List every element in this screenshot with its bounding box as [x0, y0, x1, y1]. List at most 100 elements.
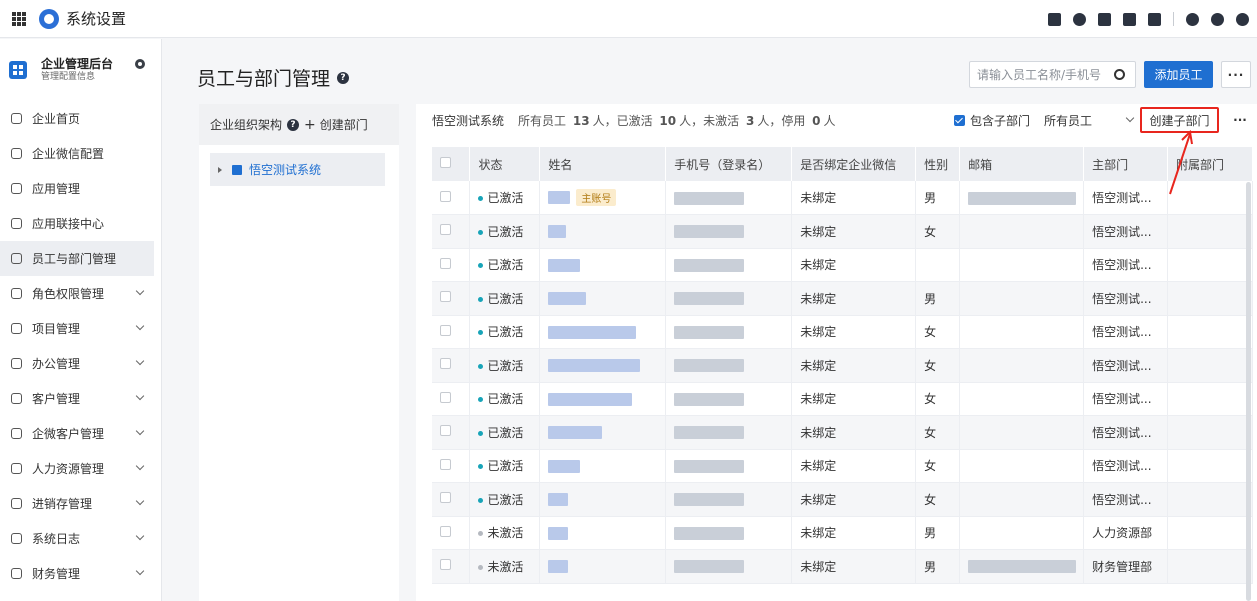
row-select-cell[interactable]: [432, 315, 471, 349]
row-checkbox[interactable]: [440, 324, 451, 336]
include-subdept-checkbox[interactable]: 包含子部门: [954, 112, 1030, 129]
sidebar-item[interactable]: 人力资源管理: [0, 451, 161, 486]
help-icon[interactable]: ?: [337, 71, 350, 84]
more-options-button[interactable]: ···: [1221, 61, 1251, 88]
gear-icon[interactable]: [1236, 12, 1249, 26]
sidebar-item[interactable]: 应用联接中心: [0, 206, 161, 241]
table-row[interactable]: 未激活 未绑定男 财务管理部: [432, 549, 1253, 584]
row-checkbox[interactable]: [440, 425, 451, 437]
column-header[interactable]: 性别: [915, 147, 961, 181]
checkbox-checked-icon[interactable]: [954, 115, 965, 126]
table-row[interactable]: 已激活 主账号 未绑定男 悟空测试...: [432, 181, 1253, 215]
settings-gear-icon[interactable]: [135, 59, 145, 69]
row-select-cell[interactable]: [432, 248, 471, 282]
org-help-icon[interactable]: ?: [287, 118, 300, 131]
table-row[interactable]: 已激活 未绑定女 悟空测试...: [432, 214, 1253, 249]
sidebar-item[interactable]: 进销存管理: [0, 486, 161, 521]
column-header[interactable]: 主部门: [1083, 147, 1169, 181]
create-subdept-button[interactable]: 创建子部门: [1140, 107, 1219, 133]
chevron-down-icon[interactable]: [135, 461, 145, 471]
sidebar-item[interactable]: 企业首页: [0, 101, 161, 136]
sidebar-item[interactable]: 办公管理: [0, 346, 161, 381]
table-more-button[interactable]: ···: [1229, 109, 1251, 131]
name-cell[interactable]: [539, 549, 667, 584]
row-select-cell[interactable]: [432, 549, 471, 584]
row-select-cell[interactable]: [432, 415, 471, 450]
name-cell[interactable]: [539, 281, 667, 316]
row-select-cell[interactable]: [432, 382, 471, 416]
table-row[interactable]: 未激活 未绑定男 人力资源部: [432, 516, 1253, 550]
chevron-down-icon[interactable]: [135, 391, 145, 401]
chevron-down-icon[interactable]: [135, 531, 145, 541]
sidebar-item[interactable]: 客户管理: [0, 381, 161, 416]
chevron-down-icon[interactable]: [135, 356, 145, 366]
chevron-down-icon[interactable]: [135, 321, 145, 331]
table-scrollbar[interactable]: [1246, 182, 1251, 601]
name-cell[interactable]: [539, 516, 667, 550]
name-cell[interactable]: [539, 214, 667, 249]
select-all-header[interactable]: [432, 147, 471, 181]
row-select-cell[interactable]: [432, 214, 471, 249]
row-checkbox[interactable]: [440, 391, 451, 403]
add-employee-button[interactable]: 添加员工: [1144, 61, 1213, 88]
document-icon[interactable]: [1098, 12, 1111, 26]
table-row[interactable]: 已激活 未绑定女 悟空测试...: [432, 315, 1253, 349]
row-select-cell[interactable]: [432, 482, 471, 517]
row-checkbox[interactable]: [440, 291, 451, 303]
row-checkbox[interactable]: [440, 559, 451, 571]
employee-filter-select[interactable]: 所有员工: [1041, 107, 1139, 133]
org-node-label[interactable]: 悟空测试系统: [249, 161, 321, 178]
column-header[interactable]: 状态: [469, 147, 541, 181]
row-select-cell[interactable]: [432, 516, 471, 550]
row-select-cell[interactable]: [432, 348, 471, 383]
table-row[interactable]: 已激活 未绑定女 悟空测试...: [432, 348, 1253, 383]
name-cell[interactable]: [539, 482, 667, 517]
sidebar-item[interactable]: 企业微信配置: [0, 136, 161, 171]
row-checkbox[interactable]: [440, 492, 451, 504]
chevron-down-icon[interactable]: [135, 496, 145, 506]
help-icon[interactable]: [1211, 12, 1224, 26]
create-dept-link[interactable]: 创建部门: [320, 116, 368, 133]
name-cell[interactable]: 主账号: [539, 181, 667, 215]
sidebar-item[interactable]: 企微客户管理: [0, 416, 161, 451]
chevron-down-icon[interactable]: [135, 286, 145, 296]
column-header[interactable]: 姓名: [539, 147, 667, 181]
column-header[interactable]: 手机号（登录名）: [665, 147, 793, 181]
sidebar-item[interactable]: 项目管理: [0, 311, 161, 346]
name-cell[interactable]: [539, 382, 667, 416]
name-cell[interactable]: [539, 449, 667, 483]
sidebar-item[interactable]: 角色权限管理: [0, 276, 161, 311]
calendar-icon[interactable]: [1148, 12, 1161, 26]
column-header[interactable]: 附属部门: [1167, 147, 1253, 181]
select-all-checkbox[interactable]: [440, 157, 451, 168]
row-checkbox[interactable]: [440, 224, 451, 236]
org-tree-node[interactable]: 悟空测试系统: [210, 153, 385, 186]
row-select-cell[interactable]: [432, 449, 471, 483]
name-cell[interactable]: [539, 315, 667, 349]
sidebar-item[interactable]: 系统日志: [0, 521, 161, 556]
sidebar-item[interactable]: 应用管理: [0, 171, 161, 206]
name-cell[interactable]: [539, 415, 667, 450]
column-header[interactable]: 邮箱: [959, 147, 1085, 181]
sidebar-item[interactable]: 财务管理: [0, 556, 161, 591]
chevron-down-icon[interactable]: [135, 566, 145, 576]
search-icon[interactable]: [1114, 69, 1125, 80]
table-row[interactable]: 已激活 未绑定女 悟空测试...: [432, 382, 1253, 416]
row-checkbox[interactable]: [440, 458, 451, 470]
table-row[interactable]: 已激活 未绑定女 悟空测试...: [432, 415, 1253, 450]
table-row[interactable]: 已激活 未绑定女 悟空测试...: [432, 449, 1253, 483]
task-icon[interactable]: [1048, 12, 1061, 26]
expand-caret-icon[interactable]: [218, 166, 222, 173]
table-row[interactable]: 已激活 未绑定女 悟空测试...: [432, 482, 1253, 517]
bell-icon[interactable]: [1186, 12, 1199, 26]
phone-icon[interactable]: [1123, 12, 1136, 26]
table-row[interactable]: 已激活 未绑定 悟空测试...: [432, 248, 1253, 282]
column-header[interactable]: 是否绑定企业微信: [791, 147, 917, 181]
search-input[interactable]: [977, 67, 1107, 82]
table-row[interactable]: 已激活 未绑定男 悟空测试...: [432, 281, 1253, 316]
employee-search[interactable]: [969, 61, 1136, 88]
row-select-cell[interactable]: [432, 281, 471, 316]
row-select-cell[interactable]: [432, 181, 471, 215]
row-checkbox[interactable]: [440, 358, 451, 370]
row-checkbox[interactable]: [440, 525, 451, 537]
